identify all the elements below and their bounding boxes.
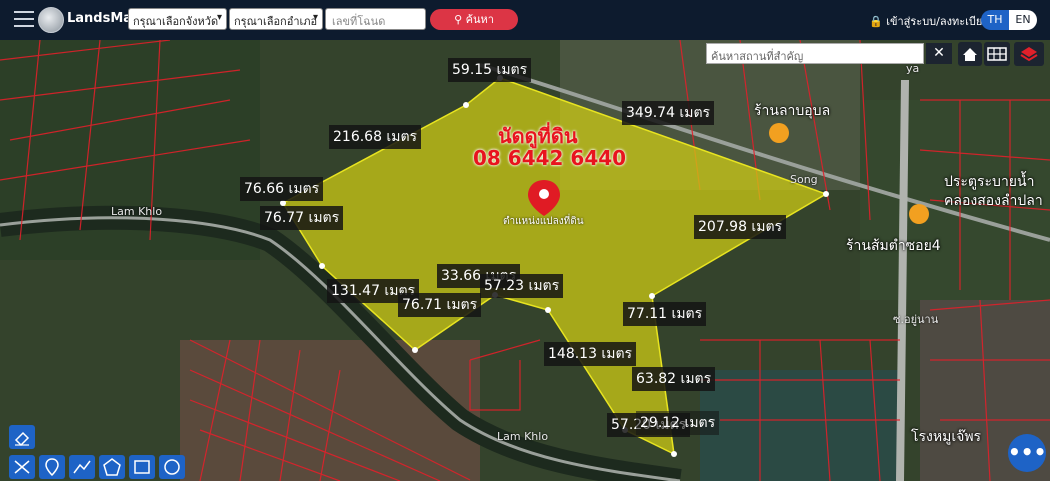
grid-icon <box>987 47 1007 61</box>
measure-label: 59.15 เมตร <box>448 58 532 82</box>
map-canvas[interactable]: 59.15 เมตร 349.74 เมตร 216.68 เมตร 76.66… <box>0 40 1050 481</box>
close-icon: ✕ <box>933 45 945 61</box>
top-navbar: LandsMaps กรุณาเลือกจังหวัด ▾ กรุณาเลือก… <box>0 0 1050 40</box>
marker-tool-button[interactable] <box>39 455 65 479</box>
measure-label: 76.77 เมตร <box>260 206 344 230</box>
grid-toggle-button[interactable] <box>984 42 1010 66</box>
clear-search-button[interactable]: ✕ <box>926 43 952 64</box>
measure-label: 148.13 เมตร <box>544 342 637 366</box>
contact-phone: 08 6442 6440 <box>473 146 627 170</box>
measure-label: 76.66 เมตร <box>240 177 324 201</box>
polygon-tool-button[interactable] <box>99 455 125 479</box>
place-label: ร้านส้มตำซอย4 <box>846 238 941 254</box>
login-label: เข้าสู่ระบบ/ลงทะเบียน <box>886 15 990 28</box>
eraser-icon <box>14 431 30 447</box>
province-select[interactable]: กรุณาเลือกจังหวัด ▾ <box>128 8 227 30</box>
place-search-placeholder: ค้นหาสถานที่สำคัญ <box>711 50 804 63</box>
home-button[interactable] <box>958 42 982 66</box>
measure-label: 63.82 เมตร <box>632 367 716 391</box>
login-link[interactable]: 🔒 เข้าสู่ระบบ/ลงทะเบียน <box>869 12 990 30</box>
road-label: Lam Khlo <box>111 205 163 218</box>
place-label: ร้านลาบอุบล <box>754 103 831 119</box>
layers-icon <box>1020 47 1038 62</box>
pin-label: ตำแหน่งแปลงที่ดิน <box>503 216 584 227</box>
layers-button[interactable] <box>1014 42 1044 66</box>
district-select[interactable]: กรุณาเลือกอำเภอ ▾ <box>229 8 323 30</box>
menu-icon[interactable] <box>14 11 34 27</box>
map-pin-icon <box>45 458 59 477</box>
more-options-button[interactable]: ••• <box>1008 434 1046 472</box>
circle-tool-button[interactable] <box>159 455 185 479</box>
province-select-value: กรุณาเลือกจังหวัด <box>133 15 219 28</box>
search-button-label: ค้นหา <box>465 13 494 26</box>
ruler-icon <box>14 460 30 474</box>
measure-label: 349.74 เมตร <box>622 101 715 125</box>
measure-label: 29.12 เมตร <box>636 411 720 435</box>
rectangle-tool-button[interactable] <box>129 455 155 479</box>
measure-label: 207.98 เมตร <box>694 215 787 239</box>
place-search-input[interactable]: ค้นหาสถานที่สำคัญ <box>706 43 924 64</box>
measure-label: 76.71 เมตร <box>398 293 482 317</box>
measure-label: 216.68 เมตร <box>329 125 422 149</box>
polyline-tool-button[interactable] <box>69 455 95 479</box>
satellite-map <box>0 40 1050 481</box>
search-button[interactable]: ⚲ ค้นหา <box>430 9 518 30</box>
home-icon <box>963 48 977 61</box>
lang-en-button[interactable]: EN <box>1009 10 1037 30</box>
road-label: ซ.อยู่นาน <box>893 313 939 326</box>
chevron-down-icon: ▾ <box>216 12 222 23</box>
measure-label: 77.11 เมตร <box>623 302 707 326</box>
road-label: Lam Khlo <box>497 430 549 443</box>
district-select-value: กรุณาเลือกอำเภอ <box>234 15 318 28</box>
search-icon: ⚲ <box>454 13 463 26</box>
app-logo[interactable] <box>38 7 64 33</box>
chevron-down-icon: ▾ <box>312 12 318 23</box>
polyline-icon <box>73 460 91 474</box>
rectangle-icon <box>134 460 150 474</box>
deed-number-placeholder: เลขที่โฉนด <box>332 15 386 28</box>
deed-number-input[interactable]: เลขที่โฉนด <box>325 8 426 30</box>
circle-icon <box>164 459 180 475</box>
polygon-icon <box>103 458 121 476</box>
more-icon: ••• <box>1008 440 1047 464</box>
lang-th-button[interactable]: TH <box>981 10 1009 30</box>
eraser-tool-button[interactable] <box>9 425 35 449</box>
lock-icon: 🔒 <box>869 15 883 28</box>
measure-tool-button[interactable] <box>9 455 35 479</box>
place-label: โรงหมูเจ๊พร <box>911 429 982 445</box>
measure-label: 57.23 เมตร <box>480 274 564 298</box>
place-label: คลองสองลำปลา <box>944 193 1043 209</box>
road-label: Song <box>790 173 818 186</box>
